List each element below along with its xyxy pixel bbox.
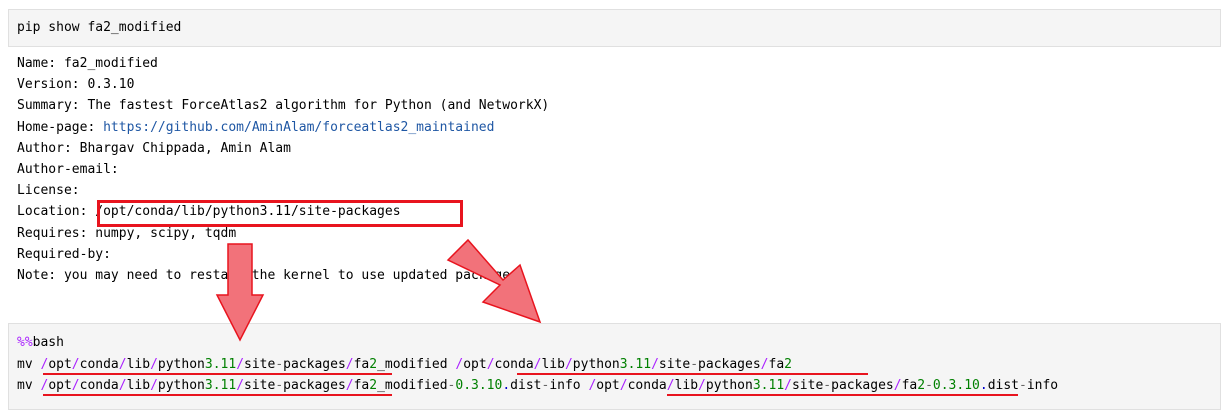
mv-command: mv xyxy=(17,357,33,372)
mv2-dst-tail: fa2-0.3.10.dist-info xyxy=(901,378,1059,393)
output-requires-line: Requires: numpy, scipy, tqdm xyxy=(17,223,236,244)
bash-magic-line[interactable]: %%bash xyxy=(17,332,64,353)
mv1-dst-tail: fa2 xyxy=(768,357,792,372)
summary-label: Summary: xyxy=(17,98,80,113)
code-cell-pip-show[interactable] xyxy=(8,9,1221,47)
output-name-line: Name: fa2_modified xyxy=(17,53,158,74)
pip-show-command[interactable]: pip show fa2_modified xyxy=(17,17,181,38)
underline-dst-path-1 xyxy=(517,373,868,375)
requires-label: Requires: xyxy=(17,226,88,241)
output-author-email-line: Author-email: xyxy=(17,162,119,177)
output-author-line: Author: Bhargav Chippada, Amin Alam xyxy=(17,138,291,159)
mv-command-line-2[interactable]: mv /opt/conda/lib/python3.11/site-packag… xyxy=(17,375,1058,396)
mv1-dst-path: /opt/conda/lib/python3.11/site-packages xyxy=(455,357,761,372)
output-license-line: License: xyxy=(17,183,80,198)
mv-command-line-1[interactable]: mv /opt/conda/lib/python3.11/site-packag… xyxy=(17,354,792,375)
output-summary-line: Summary: The fastest ForceAtlas2 algorit… xyxy=(17,95,549,116)
underline-src-path-2 xyxy=(43,394,392,396)
name-label: Name: xyxy=(17,56,57,71)
output-location-line: Location: /opt/conda/lib/python3.11/site… xyxy=(17,201,401,222)
magic-name: bash xyxy=(32,335,64,350)
version-value: 0.3.10 xyxy=(87,77,135,92)
homepage-link[interactable]: https://github.com/AminAlam/forceatlas2_… xyxy=(103,120,494,135)
mv2-src-tail: fa2_modified-0.3.10.dist-info xyxy=(353,378,581,393)
homepage-label: Home-page: xyxy=(17,120,96,135)
author-value: Bhargav Chippada, Amin Alam xyxy=(79,141,291,156)
requires-value: numpy, scipy, tqdm xyxy=(95,226,237,241)
location-value: /opt/conda/lib/python3.11/site-packages xyxy=(95,204,401,219)
underline-dst-path-2 xyxy=(667,394,1018,396)
magic-prefix: %% xyxy=(17,335,33,350)
mv-command: mv xyxy=(17,378,33,393)
mv2-src-path: /opt/conda/lib/python3.11/site-packages xyxy=(40,378,346,393)
name-value: fa2_modified xyxy=(63,56,158,71)
output-required-by-line: Required-by: xyxy=(17,247,111,262)
mv1-src-tail: fa2_modified xyxy=(353,357,448,372)
summary-value: The fastest ForceAtlas2 algorithm for Py… xyxy=(87,98,550,113)
version-label: Version: xyxy=(17,77,80,92)
output-version-line: Version: 0.3.10 xyxy=(17,74,134,95)
output-homepage-line: Home-page: https://github.com/AminAlam/f… xyxy=(17,117,494,138)
mv1-src-path: /opt/conda/lib/python3.11/site-packages xyxy=(40,357,346,372)
mv2-dst-path: /opt/conda/lib/python3.11/site-packages xyxy=(588,378,894,393)
output-note-line: Note: you may need to restart the kernel… xyxy=(17,268,526,283)
author-label: Author: xyxy=(17,141,72,156)
location-label: Location: xyxy=(17,204,88,219)
underline-src-path-1 xyxy=(43,373,392,375)
